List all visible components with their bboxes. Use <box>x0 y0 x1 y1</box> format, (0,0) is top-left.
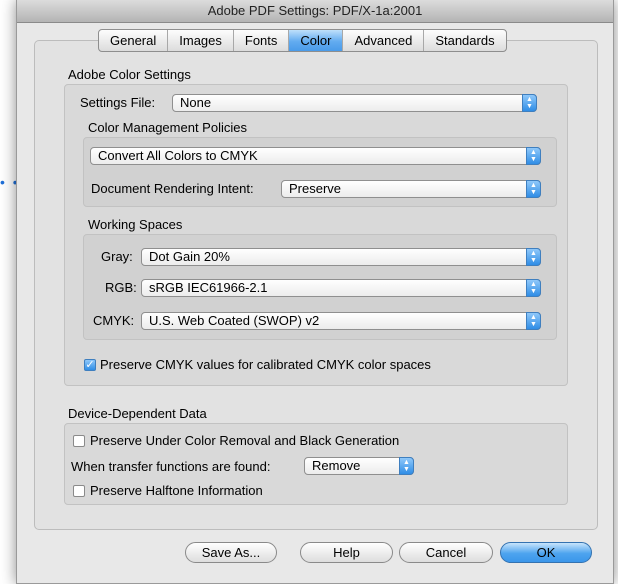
preserve-halftone-checkbox[interactable] <box>73 485 85 497</box>
settings-file-value: None <box>180 95 212 110</box>
up-down-arrows-icon: ▲ ▼ <box>526 279 541 297</box>
settings-file-label: Settings File: <box>80 95 156 110</box>
tab-fonts[interactable]: Fonts <box>234 30 290 51</box>
tab-general[interactable]: General <box>99 30 169 51</box>
policies-heading: Color Management Policies <box>88 120 247 135</box>
rgb-value: sRGB IEC61966-2.1 <box>149 280 268 295</box>
preserve-halftone-label: Preserve Halftone Information <box>90 483 263 498</box>
settings-file-popup[interactable]: None ▲ ▼ <box>172 94 537 112</box>
gray-popup[interactable]: Dot Gain 20% ▲ ▼ <box>141 248 541 266</box>
color-policy-value: Convert All Colors to CMYK <box>98 148 258 163</box>
save-as-button[interactable]: Save As... <box>185 542 277 563</box>
transfer-functions-value: Remove <box>312 458 361 473</box>
adobe-color-settings-heading: Adobe Color Settings <box>68 67 191 82</box>
up-down-arrows-icon: ▲ ▼ <box>522 94 537 112</box>
preserve-ucr-checkbox[interactable] <box>73 435 85 447</box>
tab-standards[interactable]: Standards <box>424 30 505 51</box>
pdf-settings-window: Adobe PDF Settings: PDF/X-1a:2001 Genera… <box>16 0 614 584</box>
checkmark-icon: ✓ <box>85 359 95 371</box>
preserve-cmyk-checkbox[interactable]: ✓ <box>84 359 96 371</box>
color-policy-popup[interactable]: Convert All Colors to CMYK ▲ ▼ <box>90 147 541 165</box>
tab-bar: General Images Fonts Color Advanced Stan… <box>98 29 507 52</box>
up-down-arrows-icon: ▲ ▼ <box>399 457 414 475</box>
device-dependent-heading: Device-Dependent Data <box>68 406 207 421</box>
tab-advanced[interactable]: Advanced <box>343 30 425 51</box>
rendering-intent-label: Document Rendering Intent: <box>91 181 254 196</box>
up-down-arrows-icon: ▲ ▼ <box>526 147 541 165</box>
cancel-button[interactable]: Cancel <box>399 542 493 563</box>
up-down-arrows-icon: ▲ ▼ <box>526 312 541 330</box>
cmyk-popup[interactable]: U.S. Web Coated (SWOP) v2 ▲ ▼ <box>141 312 541 330</box>
help-button[interactable]: Help <box>300 542 393 563</box>
rendering-intent-value: Preserve <box>289 181 342 196</box>
working-spaces-heading: Working Spaces <box>88 217 183 232</box>
tab-images[interactable]: Images <box>168 30 234 51</box>
rendering-intent-popup[interactable]: Preserve ▲ ▼ <box>281 180 541 198</box>
cmyk-label: CMYK: <box>93 313 135 328</box>
gray-label: Gray: <box>101 249 133 264</box>
cmyk-value: U.S. Web Coated (SWOP) v2 <box>149 313 320 328</box>
up-down-arrows-icon: ▲ ▼ <box>526 248 541 266</box>
ok-button[interactable]: OK <box>500 542 592 563</box>
preserve-cmyk-label: Preserve CMYK values for calibrated CMYK… <box>100 357 431 372</box>
preserve-ucr-label: Preserve Under Color Removal and Black G… <box>90 433 400 448</box>
up-down-arrows-icon: ▲ ▼ <box>526 180 541 198</box>
gray-value: Dot Gain 20% <box>149 249 230 264</box>
window-title: Adobe PDF Settings: PDF/X-1a:2001 <box>17 0 613 23</box>
transfer-functions-popup[interactable]: Remove ▲ ▼ <box>304 457 414 475</box>
tab-color[interactable]: Color <box>289 30 344 51</box>
rgb-popup[interactable]: sRGB IEC61966-2.1 ▲ ▼ <box>141 279 541 297</box>
rgb-label: RGB: <box>105 280 137 295</box>
transfer-functions-label: When transfer functions are found: <box>71 459 271 474</box>
